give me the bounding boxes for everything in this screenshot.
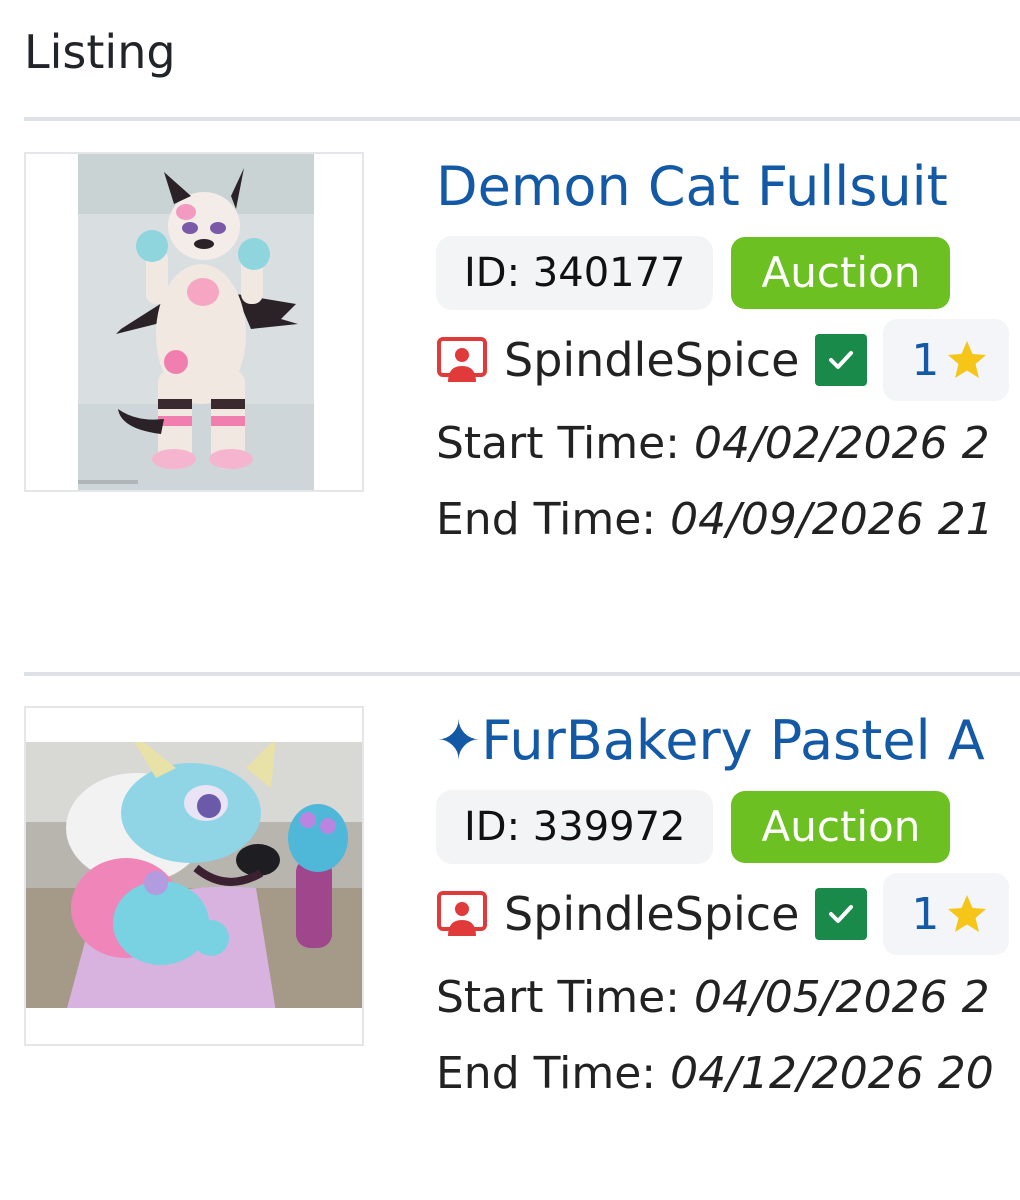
end-time-row: End Time: 04/09/2026 21 (436, 494, 1020, 546)
seller-row: SpindleSpice 1 (436, 873, 1020, 955)
rating-count: 1 (911, 334, 940, 386)
end-time-label: End Time: (436, 494, 657, 545)
listing-badges: ID: 339972 Auction (436, 790, 1020, 864)
fursuit-photo-pastel (26, 708, 362, 1044)
seller-name-link[interactable]: SpindleSpice (504, 333, 799, 387)
listing-info: Demon Cat Fullsuit ID: 340177 Auction Sp… (436, 152, 1020, 546)
fursuit-photo-demon-cat (78, 154, 314, 490)
seller-profile-icon[interactable] (436, 334, 488, 386)
start-time-row: Start Time: 04/02/2026 2 (436, 418, 1020, 470)
verified-check-icon (815, 888, 868, 940)
listing-title-link[interactable]: ✦FurBakery Pastel A (436, 706, 1020, 776)
end-time-value: 04/09/2026 21 (670, 494, 994, 545)
start-time-label: Start Time: (436, 972, 680, 1023)
start-time-label: Start Time: (436, 418, 680, 469)
rating-count: 1 (911, 888, 940, 940)
listing-info: ✦FurBakery Pastel A ID: 339972 Auction S… (436, 706, 1020, 1100)
auction-badge[interactable]: Auction (731, 237, 951, 309)
star-icon (948, 341, 987, 378)
listing-thumbnail[interactable] (24, 152, 364, 492)
start-time-value: 04/05/2026 2 (693, 972, 990, 1023)
auction-badge[interactable]: Auction (731, 791, 951, 863)
listing-card: Demon Cat Fullsuit ID: 340177 Auction Sp… (0, 152, 1020, 622)
listing-thumbnail[interactable] (24, 706, 364, 1046)
end-time-value: 04/12/2026 20 (670, 1048, 994, 1099)
seller-row: SpindleSpice 1 (436, 319, 1020, 401)
listing-id-badge: ID: 339972 (436, 790, 714, 864)
seller-rating-badge[interactable]: 1 (883, 319, 1010, 401)
seller-profile-icon[interactable] (436, 888, 488, 940)
end-time-label: End Time: (436, 1048, 657, 1099)
verified-check-icon (815, 334, 868, 386)
listing-page: Listing Demon Cat Fullsuit ID: 340177 Au… (0, 0, 1020, 1200)
start-time-row: Start Time: 04/05/2026 2 (436, 972, 1020, 1024)
page-title: Listing (24, 25, 176, 79)
listing-id-badge: ID: 340177 (436, 236, 714, 310)
end-time-row: End Time: 04/12/2026 20 (436, 1048, 1020, 1100)
listing-badges: ID: 340177 Auction (436, 236, 1020, 310)
star-icon (948, 895, 987, 932)
divider (24, 672, 1020, 676)
listing-title-link[interactable]: Demon Cat Fullsuit (436, 152, 1020, 222)
seller-rating-badge[interactable]: 1 (883, 873, 1010, 955)
listing-card: ✦FurBakery Pastel A ID: 339972 Auction S… (0, 706, 1020, 1176)
divider (24, 117, 1020, 121)
start-time-value: 04/02/2026 2 (693, 418, 990, 469)
seller-name-link[interactable]: SpindleSpice (504, 887, 799, 941)
